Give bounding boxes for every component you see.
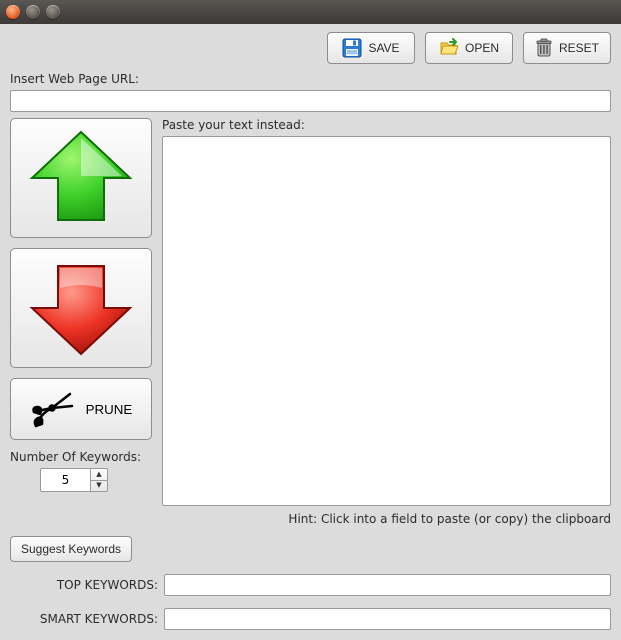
floppy-disk-icon bbox=[342, 38, 362, 58]
suggest-row: Suggest Keywords bbox=[10, 536, 611, 562]
main-row: PRUNE Number Of Keywords: ▲ ▼ Paste your… bbox=[10, 118, 611, 526]
window-body: SAVE OPEN bbox=[0, 24, 621, 640]
suggest-keywords-button[interactable]: Suggest Keywords bbox=[10, 536, 132, 562]
right-column: Paste your text instead: Hint: Click int… bbox=[162, 118, 611, 526]
reset-button[interactable]: RESET bbox=[523, 32, 611, 64]
left-column: PRUNE Number Of Keywords: ▲ ▼ bbox=[10, 118, 152, 526]
smart-keywords-row: SMART KEYWORDS: bbox=[10, 608, 611, 630]
url-input[interactable] bbox=[10, 90, 611, 112]
open-button[interactable]: OPEN bbox=[425, 32, 513, 64]
hint-text: Hint: Click into a field to paste (or co… bbox=[162, 512, 611, 526]
window-minimize-button[interactable] bbox=[26, 5, 40, 19]
smart-keywords-label: SMART KEYWORDS: bbox=[10, 612, 158, 626]
reset-button-label: RESET bbox=[559, 41, 599, 55]
spinner-down-button[interactable]: ▼ bbox=[91, 481, 107, 492]
top-keywords-label: TOP KEYWORDS: bbox=[10, 578, 158, 592]
spinner-buttons: ▲ ▼ bbox=[90, 468, 108, 492]
toolbar: SAVE OPEN bbox=[10, 32, 611, 66]
open-button-label: OPEN bbox=[465, 41, 499, 55]
prune-button-label: PRUNE bbox=[86, 402, 133, 417]
trash-icon bbox=[535, 38, 553, 58]
prune-button[interactable]: PRUNE bbox=[10, 378, 152, 440]
top-keywords-row: TOP KEYWORDS: bbox=[10, 574, 611, 596]
keyword-count-label: Number Of Keywords: bbox=[10, 450, 170, 464]
down-arrow-icon bbox=[26, 258, 136, 358]
folder-open-icon bbox=[439, 38, 459, 58]
save-button[interactable]: SAVE bbox=[327, 32, 415, 64]
spinner-up-button[interactable]: ▲ bbox=[91, 469, 107, 481]
keyword-count-row: Number Of Keywords: ▲ ▼ bbox=[10, 450, 170, 492]
top-keywords-input[interactable] bbox=[164, 574, 611, 596]
keyword-count-spinner[interactable]: ▲ ▼ bbox=[40, 468, 110, 492]
paste-label: Paste your text instead: bbox=[162, 118, 611, 132]
smart-keywords-input[interactable] bbox=[164, 608, 611, 630]
window-maximize-button[interactable] bbox=[46, 5, 60, 19]
keyword-count-input[interactable] bbox=[40, 468, 90, 492]
window-close-button[interactable] bbox=[6, 5, 20, 19]
window-titlebar bbox=[0, 0, 621, 24]
url-label: Insert Web Page URL: bbox=[10, 72, 611, 86]
paste-textarea[interactable] bbox=[162, 136, 611, 506]
url-row: Insert Web Page URL: bbox=[10, 72, 611, 112]
suggest-keywords-label: Suggest Keywords bbox=[21, 542, 121, 556]
up-arrow-button[interactable] bbox=[10, 118, 152, 238]
up-arrow-icon bbox=[26, 128, 136, 228]
down-arrow-button[interactable] bbox=[10, 248, 152, 368]
pruning-shears-icon bbox=[30, 386, 76, 432]
save-button-label: SAVE bbox=[368, 41, 399, 55]
